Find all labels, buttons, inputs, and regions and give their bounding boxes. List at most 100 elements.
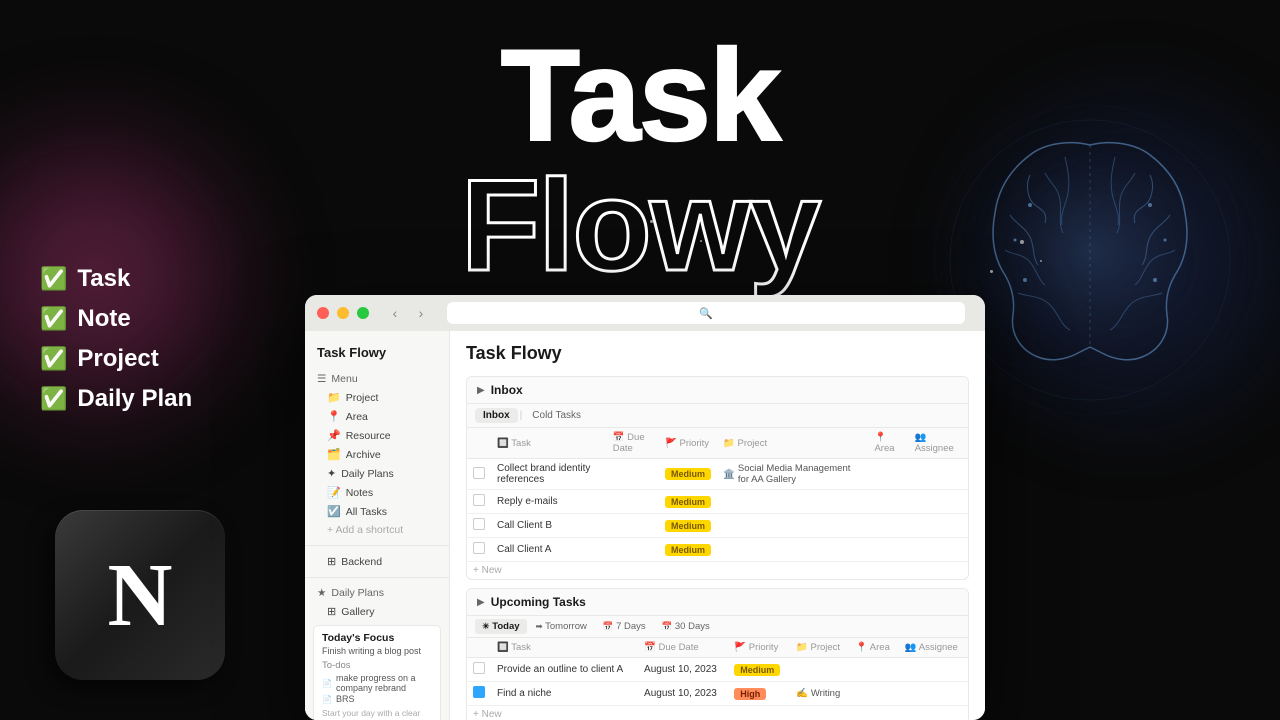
sidebar-gallery-label: Gallery [341,606,374,618]
todo-dot-2: 📄 [322,695,332,704]
sidebar-item-area[interactable]: 📍 Area [305,407,449,426]
dp-footer-text: Start your day with a clear focus and ke… [322,708,432,720]
title-task: Task [501,22,780,168]
utab-tomorrow[interactable]: ➡ Tomorrow [529,619,594,634]
browser-content: Task Flowy ☰ Menu 📁 Project 📍 Area 📌 Res… [305,331,985,720]
priority-badge-1: Medium [665,468,711,480]
ucol-task: 🔲 Task [491,638,638,658]
browser-addressbar[interactable]: 🔍 [447,302,965,324]
table-row: Provide an outline to client A August 10… [467,658,968,682]
sidebar-gallery-item[interactable]: ⊞ Gallery [305,602,449,621]
todo-2-text: BRS [336,694,355,704]
area-3 [868,514,908,538]
notion-n-letter: N [108,544,173,647]
cube-body: N [55,510,225,680]
utab-today[interactable]: ☀ Today [475,619,527,634]
daily-plans-section-label: Daily Plans [331,587,384,599]
task-checkbox-1[interactable] [473,467,485,479]
daily-plans-sidebar-section[interactable]: ★ Daily Plans [305,584,449,602]
task-checkbox-3[interactable] [473,518,485,530]
area-1 [868,459,908,490]
utab-7days[interactable]: 📅 7 Days [596,619,653,634]
project-tag-icon: 🏛️ [723,469,735,480]
upcoming-toggle-icon: ▶ [477,597,485,608]
inbox-toggle-icon: ▶ [477,385,485,396]
sidebar-item-all-tasks[interactable]: ☑️ All Tasks [305,502,449,521]
assignee-4 [909,538,968,562]
traffic-light-green[interactable] [357,307,369,319]
main-title: Task Flowy [320,30,960,290]
sidebar-item-project[interactable]: 📁 Project [305,388,449,407]
upcoming-project-tag-2: ✍️ Writing [796,688,840,699]
tab-inbox[interactable]: Inbox [475,408,518,423]
col-project: 📁 Project [717,428,868,459]
task-due-3 [607,514,659,538]
sidebar-item-archive[interactable]: 🗂️ Archive [305,445,449,464]
sidebar-app-title: Task Flowy [305,341,449,370]
upcoming-checkbox-2[interactable] [473,686,485,698]
main-content: Task Flowy ▶ Inbox Inbox | Cold Tasks [450,331,985,720]
upcoming-checkbox-1[interactable] [473,662,485,674]
traffic-light-yellow[interactable] [337,307,349,319]
sidebar-backend-label: Backend [341,556,382,568]
task-due-4 [607,538,659,562]
sidebar: Task Flowy ☰ Menu 📁 Project 📍 Area 📌 Res… [305,331,450,720]
sidebar-daily-plans-label: Daily Plans [341,468,394,480]
feature-project-label: Project [77,345,158,373]
traffic-light-red[interactable] [317,307,329,319]
sidebar-item-resource[interactable]: 📌 Resource [305,426,449,445]
upcoming-section-header[interactable]: ▶ Upcoming Tasks [467,589,968,616]
upcoming-area-2 [850,682,899,706]
col-due-date: 📅 Due Date [607,428,659,459]
sidebar-menu-header[interactable]: ☰ Menu [305,370,449,388]
priority-badge-3: Medium [665,520,711,532]
feature-note-label: Note [77,305,130,333]
todos-label: To-dos [322,660,432,671]
ucol-priority: 🚩 Priority [728,638,790,658]
check-task-icon: ✅ [40,266,67,292]
task-name-1: Collect brand identity references [491,459,607,490]
assignee-1 [909,459,968,490]
add-shortcut-label: + Add a shortcut [327,524,403,536]
daily-plan-card: Today's Focus Finish writing a blog post… [313,625,441,720]
project-2 [717,490,868,514]
assignee-3 [909,514,968,538]
assignee-2 [909,490,968,514]
finish-writing-text: Finish writing a blog post [322,646,432,656]
upcoming-add-new[interactable]: + New [467,706,968,720]
todo-item-2: 📄 BRS [322,694,432,704]
upcoming-task-1: Provide an outline to client A [491,658,638,682]
area-2 [868,490,908,514]
sidebar-item-backend[interactable]: ⊞ Backend [305,552,449,571]
todo-dot: 📄 [322,679,332,688]
priority-badge-2: Medium [665,496,711,508]
daily-plans-star-icon: ★ [317,587,326,599]
utab-30days[interactable]: 📅 30 Days [655,619,717,634]
browser-window: ‹ › 🔍 Task Flowy ☰ Menu 📁 Project 📍 Area [305,295,985,720]
col-priority: 🚩 Priority [659,428,717,459]
upcoming-section: ▶ Upcoming Tasks ☀ Today ➡ Tomorrow 📅 7 … [466,588,969,720]
feature-task: ✅ Task [40,265,192,293]
task-name-4: Call Client A [491,538,607,562]
sidebar-item-notes[interactable]: 📝 Notes [305,483,449,502]
forward-button[interactable]: › [411,303,431,323]
table-row: Call Client B Medium [467,514,968,538]
inbox-section-header[interactable]: ▶ Inbox [467,377,968,404]
priority-badge-4: Medium [665,544,711,556]
back-button[interactable]: ‹ [385,303,405,323]
feature-project: ✅ Project [40,345,192,373]
task-checkbox-2[interactable] [473,494,485,506]
ucol-area: 📍 Area [850,638,899,658]
browser-nav: ‹ › [385,303,431,323]
tab-cold-tasks[interactable]: Cold Tasks [524,408,589,423]
today-icon: ☀ [482,621,490,631]
tab-sep: | [520,410,523,421]
task-checkbox-4[interactable] [473,542,485,554]
task-due-1 [607,459,659,490]
ucol-due: 📅 Due Date [638,638,728,658]
feature-note: ✅ Note [40,305,192,333]
inbox-add-new[interactable]: + New [467,562,968,579]
table-row: Collect brand identity references Medium… [467,459,968,490]
sidebar-item-daily-plans[interactable]: ✦ Daily Plans [305,464,449,483]
sidebar-add-shortcut[interactable]: + Add a shortcut [305,521,449,539]
